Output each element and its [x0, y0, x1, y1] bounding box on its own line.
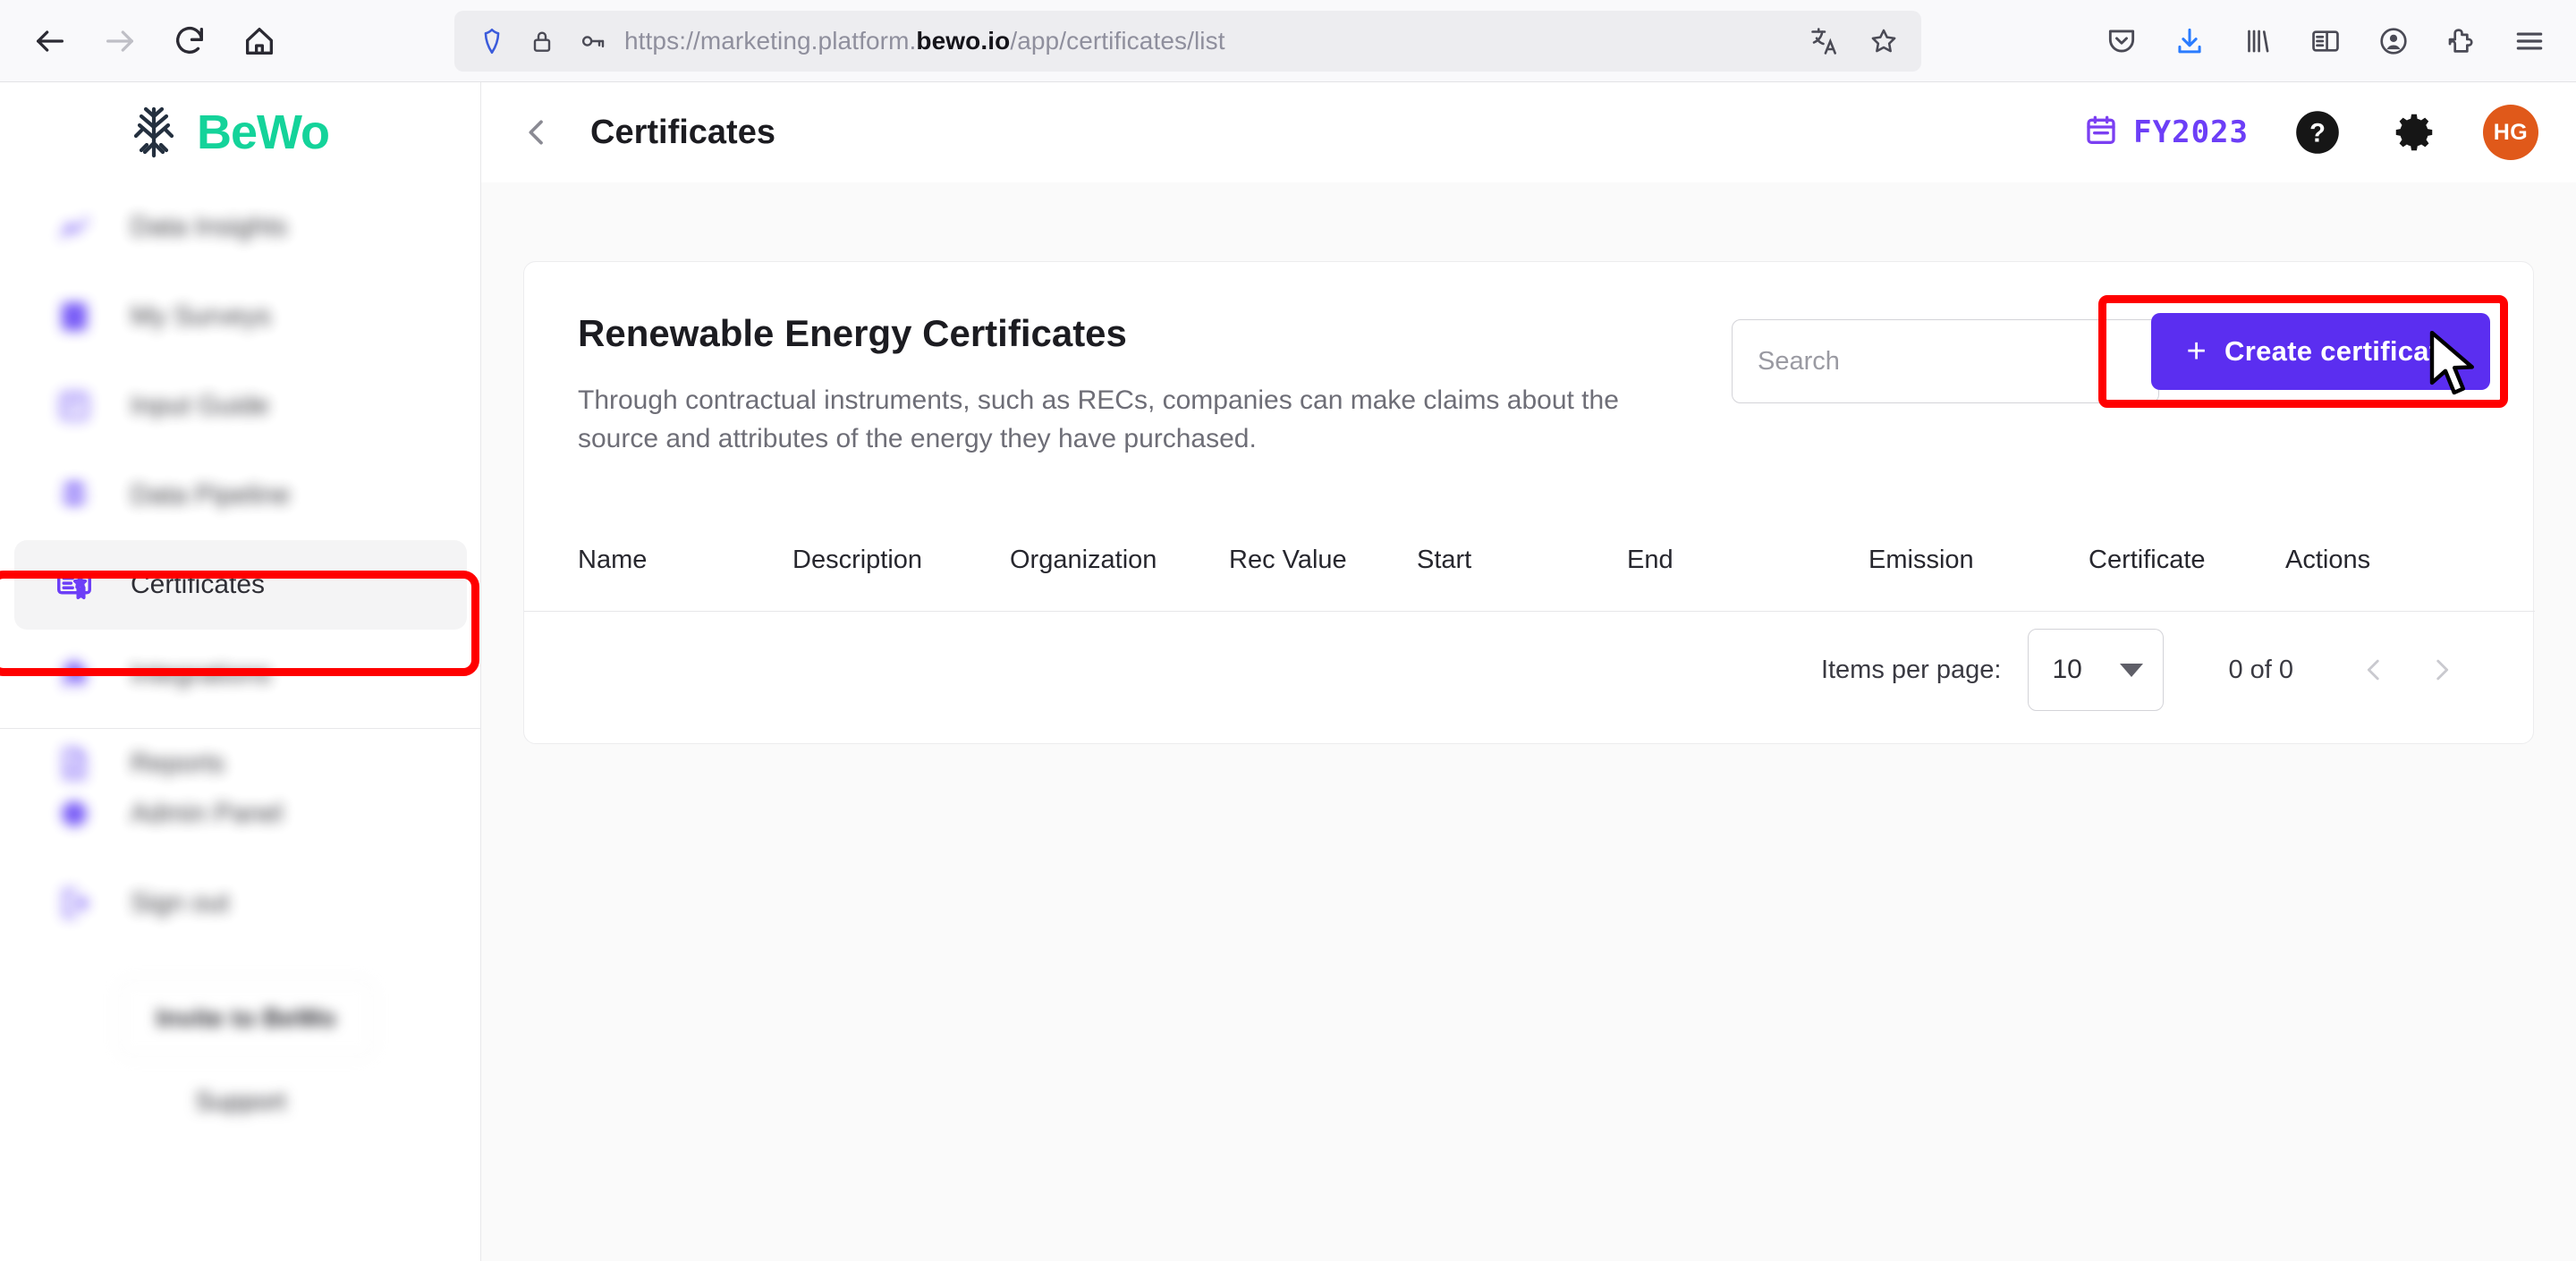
column-header-certificate: Certificate — [2089, 545, 2206, 574]
sidebar-item-integrations[interactable]: Integrations — [14, 630, 467, 719]
paginator: Items per page: 10 0 of 0 — [524, 612, 2535, 728]
sidebar-item-label: Data Pipeline — [131, 480, 291, 510]
admin-icon — [54, 793, 95, 834]
page-header: Certificates FY2023 ? HG — [481, 82, 2576, 182]
sidebar-item-data-insights[interactable]: Data Insights — [14, 182, 467, 272]
certificate-icon — [54, 564, 95, 605]
chevron-down-icon — [2120, 663, 2144, 677]
pagination-range-label: 0 of 0 — [2228, 655, 2293, 684]
bookmark-star-icon[interactable] — [1859, 16, 1909, 66]
bewo-mark-icon — [133, 106, 174, 158]
sidebar-icon[interactable] — [2299, 14, 2352, 68]
download-icon[interactable] — [2163, 14, 2216, 68]
calendar-icon — [2083, 113, 2119, 153]
invite-to-bewo-button[interactable]: Invite to BeWo — [118, 980, 374, 1057]
column-header-emission: Emission — [1868, 545, 1974, 574]
brand-name: BeWo — [197, 106, 330, 159]
surveys-icon — [54, 296, 95, 337]
sidebar-item-label: Certificates — [131, 570, 266, 599]
card-description: Through contractual instruments, such as… — [578, 385, 1619, 453]
sidebar-item-label: Admin Panel — [131, 799, 284, 828]
column-header-description: Description — [792, 545, 923, 574]
sidebar-item-certificates[interactable]: Certificates — [14, 540, 467, 630]
help-circle-icon[interactable]: ? — [2290, 105, 2345, 160]
home-button[interactable] — [227, 9, 292, 73]
support-link[interactable]: Support — [0, 1088, 481, 1117]
sidebar-item-input-guide[interactable]: Input Guide — [14, 361, 467, 451]
sidebar-item-label: Data Insights — [131, 212, 288, 241]
reload-button[interactable] — [157, 9, 222, 73]
fiscal-year-selector[interactable]: FY2023 — [2083, 113, 2249, 153]
shield-icon — [467, 16, 517, 66]
sidebar-item-my-surveys[interactable]: My Surveys — [14, 272, 467, 361]
avatar[interactable]: HG — [2483, 105, 2538, 160]
column-header-actions: Actions — [2285, 545, 2371, 574]
sidebar-nav: Data Insights My Surveys Input Guide Dat… — [0, 182, 481, 808]
sidebar-item-label: My Surveys — [131, 301, 271, 331]
svg-text:?: ? — [2309, 120, 2326, 148]
next-page-button[interactable] — [2408, 636, 2476, 704]
signout-icon — [54, 883, 95, 924]
search-input[interactable] — [1758, 346, 2133, 377]
sidebar-item-data-pipeline[interactable]: Data Pipeline — [14, 451, 467, 540]
main-content: Renewable Energy Certificates Through co… — [481, 182, 2576, 1261]
column-header-organization: Organization — [1010, 545, 1157, 574]
browser-nav-buttons — [0, 9, 292, 73]
insights-icon — [54, 207, 95, 248]
url-suffix: /app/certificates/list — [1010, 27, 1225, 55]
browser-toolbar: https://marketing.platform.bewo.io/app/c… — [0, 0, 2576, 82]
account-icon[interactable] — [2367, 14, 2420, 68]
translate-icon[interactable] — [1800, 16, 1850, 66]
url-prefix: https://marketing.platform. — [624, 27, 917, 55]
sidebar: BeWo Data Insights My Surveys Input Guid… — [0, 82, 481, 1261]
items-per-page-label: Items per page: — [1820, 655, 2002, 684]
menu-icon[interactable] — [2503, 14, 2556, 68]
pocket-icon[interactable] — [2095, 14, 2148, 68]
lock-icon — [517, 16, 567, 66]
library-icon[interactable] — [2231, 14, 2284, 68]
sidebar-item-admin-panel[interactable]: Admin Panel — [14, 769, 467, 859]
column-header-end: End — [1627, 545, 1674, 574]
extensions-icon[interactable] — [2435, 14, 2488, 68]
column-header-start: Start — [1417, 545, 1472, 574]
header-actions: FY2023 ? HG — [2083, 105, 2576, 160]
create-certificate-label: Create certificate — [2224, 335, 2454, 367]
pipeline-icon — [54, 475, 95, 516]
table-header-row: Name Description Organization Rec Value … — [524, 525, 2535, 595]
integrations-icon — [54, 654, 95, 695]
items-per-page-value: 10 — [2052, 655, 2082, 684]
certificates-table: Name Description Organization Rec Value … — [524, 525, 2535, 728]
page-title: Certificates — [590, 113, 775, 151]
sidebar-item-sign-out[interactable]: Sign out — [14, 859, 467, 948]
url-text: https://marketing.platform.bewo.io/app/c… — [624, 27, 1225, 55]
create-certificate-button[interactable]: + Create certificate — [2150, 313, 2490, 390]
sidebar-item-label: Integrations — [131, 659, 271, 689]
back-button[interactable] — [18, 9, 82, 73]
sidebar-item-label: Input Guide — [131, 391, 270, 420]
column-header-rec-value: Rec Value — [1229, 545, 1347, 574]
urlbar-actions — [1800, 16, 1909, 66]
search-box[interactable] — [1732, 319, 2159, 403]
items-per-page-select[interactable]: 10 — [2028, 629, 2165, 711]
app-root: BeWo Data Insights My Surveys Input Guid… — [0, 82, 2576, 1261]
browser-toolbar-actions — [2095, 11, 2556, 72]
gear-icon[interactable] — [2386, 105, 2442, 160]
chevron-left-icon[interactable] — [508, 104, 565, 161]
forward-button[interactable] — [88, 9, 152, 73]
sidebar-bottom-nav: Admin Panel Sign out Invite to BeWo Supp… — [0, 769, 481, 1117]
url-domain: bewo.io — [916, 27, 1011, 55]
previous-page-button[interactable] — [2340, 636, 2408, 704]
brand-logo[interactable]: BeWo — [0, 82, 480, 182]
fiscal-year-label: FY2023 — [2133, 114, 2249, 150]
certificates-card: Renewable Energy Certificates Through co… — [523, 261, 2535, 744]
sidebar-divider — [0, 728, 481, 729]
url-bar[interactable]: https://marketing.platform.bewo.io/app/c… — [454, 11, 1921, 72]
column-header-name: Name — [578, 545, 648, 574]
key-icon — [567, 16, 617, 66]
sidebar-item-label: Sign out — [131, 888, 230, 918]
plus-icon: + — [2186, 333, 2207, 370]
guide-icon — [54, 385, 95, 427]
